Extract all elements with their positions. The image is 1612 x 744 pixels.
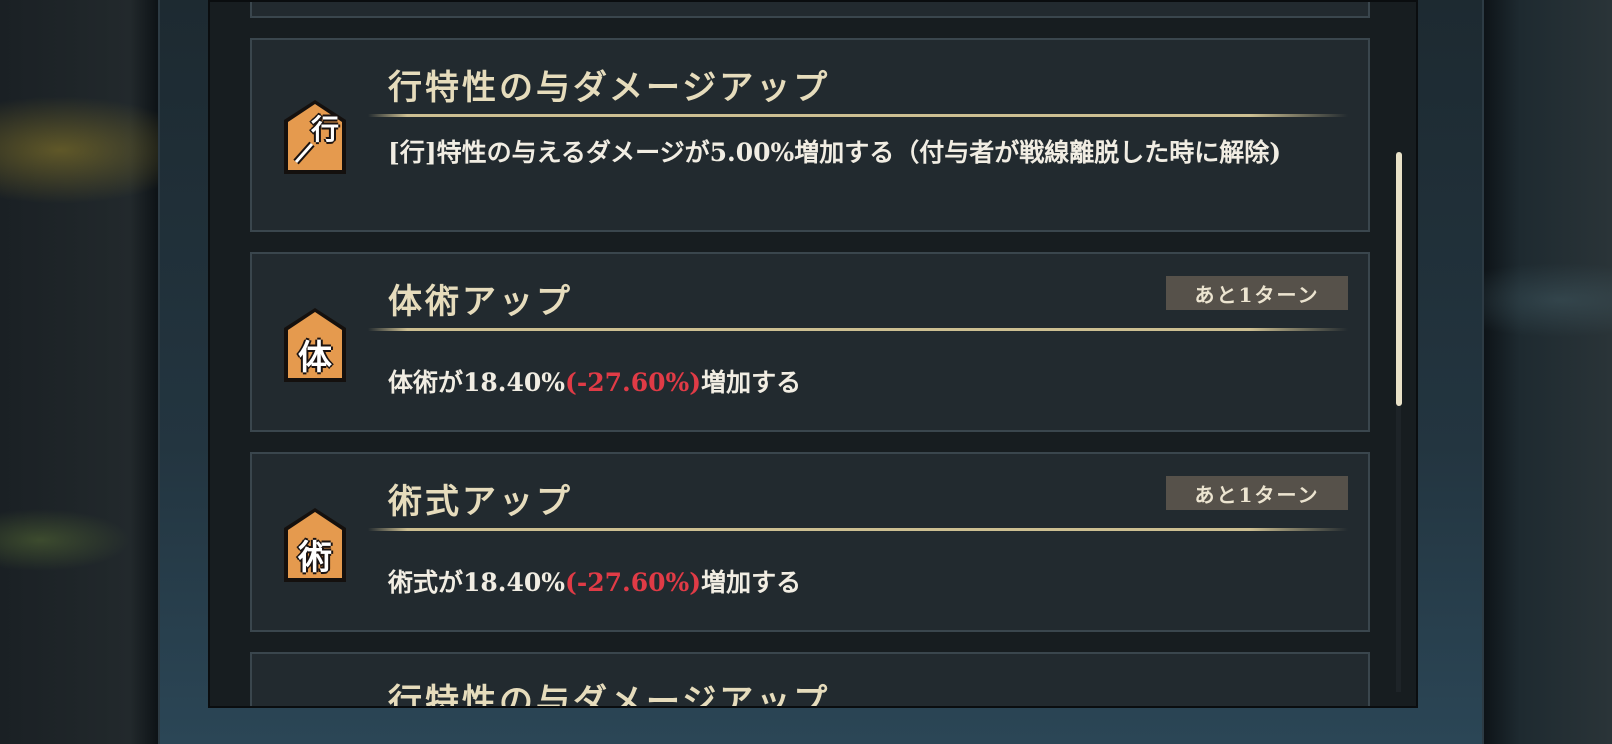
icon-character: 体 [298,338,332,378]
buff-card-previous [250,2,1370,18]
desc-negative-value: (-27.60%) [565,368,702,397]
icon-character: 行 [310,113,339,146]
turns-remaining-badge: あと1ターン [1166,476,1348,510]
buff-title: 術式アップ [388,482,573,522]
desc-suffix: 増加する [701,368,802,397]
buff-description: 体術が18.40%(-27.60%)増加する [388,362,1338,404]
buff-list-panel[interactable]: 行 行特性の与ダメージアップ [行]特性の与えるダメージが5.00%増加する（付… [208,0,1418,708]
desc-negative-value: (-27.60%) [565,568,702,597]
taijutsu-icon: 体 [282,306,348,382]
turns-remaining-badge: あと1ターン [1166,276,1348,310]
sword-trait-icon: 行 [282,98,348,174]
buff-card: 術 術式アップ あと1ターン 術式が18.40%(-27.60%)増加する [250,452,1370,632]
buff-title: 行特性の与ダメージアップ [388,682,831,708]
desc-value: 術式が18.40% [388,568,566,597]
buff-card: 行 行特性の与ダメージアップ [行]特性の与えるダメージが5.00%増加する（付… [250,38,1370,232]
buff-description: [行]特性の与えるダメージが5.00%増加する（付与者が戦線離脱した時に解除) [388,138,1282,167]
desc-value: 体術が18.40% [388,368,566,397]
title-divider [368,114,1348,117]
buff-title: 行特性の与ダメージアップ [388,68,831,108]
title-divider [368,528,1348,531]
buff-card: 体 体術アップ あと1ターン 体術が18.40%(-27.60%)増加する [250,252,1370,432]
title-divider [368,328,1348,331]
desc-suffix: 増加する [701,568,802,597]
buff-description: 術式が18.40%(-27.60%)増加する [388,562,1338,604]
buff-card: 行特性の与ダメージアップ [250,652,1370,708]
buff-title: 体術アップ [388,282,573,322]
scrollbar-thumb[interactable] [1396,152,1402,406]
icon-character: 術 [298,538,332,578]
jutsushiki-icon: 術 [282,506,348,582]
